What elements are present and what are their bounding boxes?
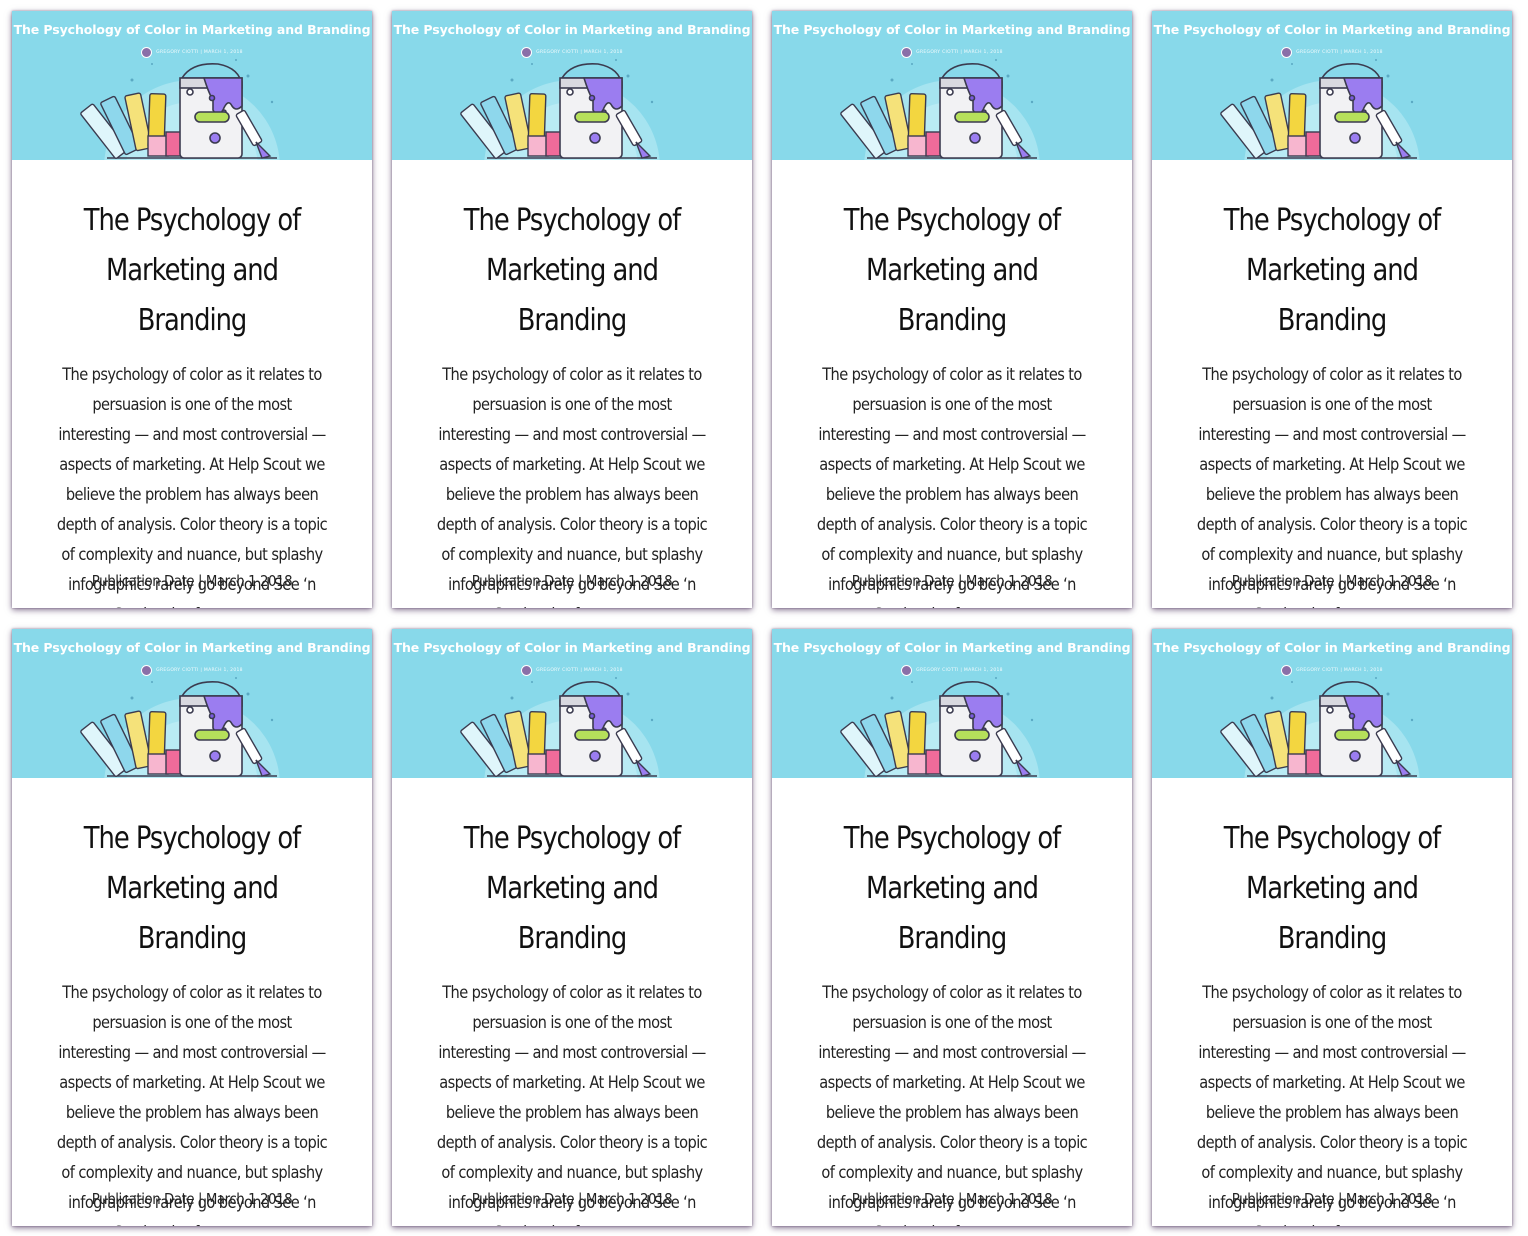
card-content: The Psychology of Marketing and Branding… — [1152, 814, 1512, 1226]
card-banner-image: The Psychology of Color in Marketing and… — [772, 11, 1132, 160]
banner-title: The Psychology of Color in Marketing and… — [773, 22, 1131, 37]
publication-date: Publication Date | March 1 2018 — [851, 572, 1053, 590]
article-card[interactable]: The Psychology of Color in Marketing and… — [12, 629, 372, 1226]
article-card[interactable]: The Psychology of Color in Marketing and… — [772, 11, 1132, 608]
card-content: The Psychology of Marketing and Branding… — [772, 196, 1132, 608]
banner-title: The Psychology of Color in Marketing and… — [773, 640, 1131, 655]
card-content: The Psychology of Marketing and Branding… — [1152, 196, 1512, 608]
publication-date: Publication Date | March 1 2018 — [851, 1190, 1053, 1208]
card-banner-image: The Psychology of Color in Marketing and… — [392, 629, 752, 778]
banner-title: The Psychology of Color in Marketing and… — [1153, 640, 1511, 655]
card-description: The psychology of color as it relates to… — [436, 365, 708, 608]
article-card-grid: The Psychology of Color in Marketing and… — [12, 11, 1512, 1226]
card-banner-image: The Psychology of Color in Marketing and… — [12, 11, 372, 160]
publication-date: Publication Date | March 1 2018 — [91, 572, 293, 590]
banner-title: The Psychology of Color in Marketing and… — [13, 640, 371, 655]
paint-bucket-swatches-illustration — [1220, 59, 1420, 160]
card-content: The Psychology of Marketing and Branding… — [772, 814, 1132, 1226]
card-banner-image: The Psychology of Color in Marketing and… — [392, 11, 752, 160]
card-content: The Psychology of Marketing and Branding… — [392, 814, 752, 1226]
paint-bucket-swatches-illustration — [460, 59, 660, 160]
publication-date: Publication Date | March 1 2018 — [91, 1190, 293, 1208]
card-title: The Psychology of Marketing and Branding — [463, 203, 681, 338]
card-title: The Psychology of Marketing and Branding — [843, 821, 1061, 956]
article-card[interactable]: The Psychology of Color in Marketing and… — [1152, 629, 1512, 1226]
publication-date: Publication Date | March 1 2018 — [471, 1190, 673, 1208]
card-banner-image: The Psychology of Color in Marketing and… — [1152, 629, 1512, 778]
card-description: The psychology of color as it relates to… — [1196, 983, 1468, 1226]
banner-title: The Psychology of Color in Marketing and… — [1153, 22, 1511, 37]
card-title: The Psychology of Marketing and Branding — [463, 821, 681, 956]
banner-title: The Psychology of Color in Marketing and… — [13, 22, 371, 37]
card-title: The Psychology of Marketing and Branding — [1223, 821, 1441, 956]
card-description: The psychology of color as it relates to… — [816, 365, 1088, 608]
card-title: The Psychology of Marketing and Branding — [843, 203, 1061, 338]
card-content: The Psychology of Marketing and Branding… — [12, 196, 372, 608]
card-description: The psychology of color as it relates to… — [816, 983, 1088, 1226]
card-content: The Psychology of Marketing and Branding… — [392, 196, 752, 608]
publication-date: Publication Date | March 1 2018 — [471, 572, 673, 590]
article-card[interactable]: The Psychology of Color in Marketing and… — [12, 11, 372, 608]
article-card[interactable]: The Psychology of Color in Marketing and… — [392, 629, 752, 1226]
card-banner-image: The Psychology of Color in Marketing and… — [1152, 11, 1512, 160]
card-title: The Psychology of Marketing and Branding — [83, 821, 301, 956]
card-title: The Psychology of Marketing and Branding — [83, 203, 301, 338]
banner-title: The Psychology of Color in Marketing and… — [393, 640, 751, 655]
paint-bucket-swatches-illustration — [840, 677, 1040, 778]
article-card[interactable]: The Psychology of Color in Marketing and… — [392, 11, 752, 608]
paint-bucket-swatches-illustration — [80, 59, 280, 160]
card-description: The psychology of color as it relates to… — [436, 983, 708, 1226]
card-title: The Psychology of Marketing and Branding — [1223, 203, 1441, 338]
publication-date: Publication Date | March 1 2018 — [1231, 1190, 1433, 1208]
card-description: The psychology of color as it relates to… — [56, 365, 328, 608]
card-description: The psychology of color as it relates to… — [1196, 365, 1468, 608]
card-banner-image: The Psychology of Color in Marketing and… — [12, 629, 372, 778]
card-description: The psychology of color as it relates to… — [56, 983, 328, 1226]
paint-bucket-swatches-illustration — [80, 677, 280, 778]
banner-title: The Psychology of Color in Marketing and… — [393, 22, 751, 37]
paint-bucket-swatches-illustration — [840, 59, 1040, 160]
card-banner-image: The Psychology of Color in Marketing and… — [772, 629, 1132, 778]
article-card[interactable]: The Psychology of Color in Marketing and… — [1152, 11, 1512, 608]
card-content: The Psychology of Marketing and Branding… — [12, 814, 372, 1226]
paint-bucket-swatches-illustration — [1220, 677, 1420, 778]
publication-date: Publication Date | March 1 2018 — [1231, 572, 1433, 590]
article-card[interactable]: The Psychology of Color in Marketing and… — [772, 629, 1132, 1226]
paint-bucket-swatches-illustration — [460, 677, 660, 778]
